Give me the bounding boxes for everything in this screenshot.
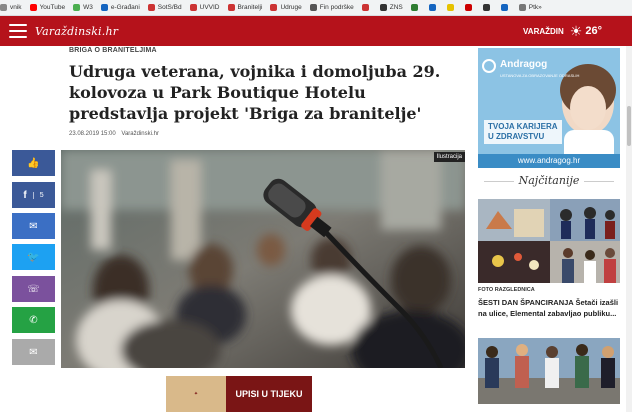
article-meta: 23.08.2019 15:00 Varaždinski.hr — [69, 131, 159, 137]
bookmark-favicon-icon — [518, 4, 526, 11]
share-facebook-button[interactable]: f5 — [12, 182, 55, 208]
most-read-heading: Najčitanije — [478, 174, 620, 187]
ad-url: www.andragog.hr — [478, 154, 620, 168]
bookmark-item[interactable] — [428, 4, 439, 11]
article-source: Varaždinski.hr — [121, 131, 159, 137]
collage-image — [478, 199, 620, 283]
article-title: Udruga veterana, vojnika i domoljuba 29.… — [69, 62, 441, 123]
bookmark-label: Ptk» — [528, 4, 542, 11]
ad-line-2: U ZDRAVSTVU — [488, 132, 545, 141]
bookmark-item[interactable]: YouTube — [29, 4, 66, 11]
bookmark-favicon-icon — [500, 4, 508, 11]
bookmark-favicon-icon — [309, 4, 317, 11]
bookmark-item[interactable]: SotS/Bd — [147, 4, 182, 11]
bookmark-label: Branitelji — [237, 4, 263, 11]
bookmark-label: SotS/Bd — [157, 4, 182, 11]
bookmarks-bar: vnik YouTube W3 e-Građani SotS/Bd UVVID Branit… — [0, 0, 632, 16]
article-category[interactable]: BRIGA O BRANITELJIMA — [69, 47, 157, 54]
bookmark-item[interactable]: Udruge — [270, 4, 302, 11]
hamburger-menu-icon[interactable] — [9, 24, 27, 38]
bookmark-favicon-icon — [147, 4, 155, 11]
bookmark-label: Udruge — [280, 4, 302, 11]
twitter-icon: 🐦 — [27, 251, 40, 263]
bookmark-label: W3 — [83, 4, 93, 11]
bookmark-favicon-icon — [464, 4, 472, 11]
bookmark-item[interactable] — [464, 4, 475, 11]
bookmark-favicon-icon — [100, 4, 108, 11]
site-header: Varaždinski.hr VARAŽDIN ☀ 26° — [0, 16, 632, 46]
whatsapp-icon: ✆ — [29, 314, 38, 326]
bookmark-favicon-icon — [379, 4, 387, 11]
bookmark-item[interactable] — [500, 4, 511, 11]
share-like-button[interactable]: 👍 — [12, 150, 55, 176]
bookmark-favicon-icon — [0, 4, 7, 11]
bookmark-item[interactable]: Branitelji — [227, 4, 263, 11]
bookmark-favicon-icon — [73, 4, 81, 11]
ad-brand: Andragog — [500, 59, 548, 70]
ad-line-1: TVOJA KARIJERA — [488, 122, 558, 131]
viber-icon: ☏ — [27, 283, 40, 295]
bookmark-label: UVVID — [199, 4, 220, 11]
foto-image — [478, 338, 620, 404]
image-caption-label: Ilustracija — [433, 152, 465, 162]
foto-category[interactable]: FOTO RAZGLEDNICA — [478, 287, 535, 293]
foto-article-title[interactable]: ŠESTI DAN ŠPANCIRANJA Šetači izašli na u… — [478, 297, 620, 319]
foto-thumbnail[interactable] — [478, 338, 620, 404]
bookmark-item[interactable]: Ptk» — [518, 4, 542, 11]
share-count: 5 — [32, 191, 44, 199]
share-twitter-button[interactable]: 🐦 — [12, 244, 55, 270]
bookmark-favicon-icon — [410, 4, 418, 11]
site-logo[interactable]: Varaždinski.hr — [35, 25, 118, 38]
bookmark-label: ZNS — [389, 4, 403, 11]
article-date: 23.08.2019 15:00 — [69, 131, 116, 137]
like-icon: 👍 — [27, 157, 40, 169]
bookmark-item[interactable] — [482, 4, 493, 11]
share-viber-button[interactable]: ☏ — [12, 276, 55, 302]
bookmark-favicon-icon — [270, 4, 278, 11]
email-icon: ✉ — [29, 346, 38, 358]
scrollbar-thumb[interactable] — [627, 106, 631, 146]
ad-brand-logo: Andragog USTANOVA ZA OBRAZOVANJE ODRASLI… — [482, 54, 579, 78]
bookmark-item[interactable]: e-Građani — [100, 4, 140, 11]
page-scrollbar[interactable] — [626, 46, 632, 412]
bookmark-item[interactable]: UVVID — [189, 4, 220, 11]
bookmark-label: YouTube — [39, 4, 66, 11]
bottom-banner-ad[interactable]: ✦ UPISI U TIJEKU — [166, 376, 312, 412]
bookmark-favicon-icon — [446, 4, 454, 11]
andragog-logo-icon — [482, 59, 496, 73]
bookmark-label: e-Građani — [110, 4, 140, 11]
bookmark-favicon-icon — [361, 4, 369, 11]
sun-icon: ☀ — [569, 22, 583, 39]
bookmark-favicon-icon — [29, 4, 37, 11]
bottom-ad-logo-icon: ✦ — [166, 376, 226, 412]
weather-temperature: 26° — [585, 25, 602, 37]
bookmark-item[interactable]: Fin podrške — [309, 4, 354, 11]
bookmark-label: vnik — [10, 4, 22, 11]
share-messenger-button[interactable]: ✉ — [12, 213, 55, 239]
bookmark-item[interactable]: vnik — [0, 4, 22, 11]
bookmark-favicon-icon — [227, 4, 235, 11]
share-whatsapp-button[interactable]: ✆ — [12, 307, 55, 333]
bookmark-item[interactable] — [446, 4, 457, 11]
facebook-icon: f — [23, 189, 27, 201]
ad-headline: TVOJA KARIJERA U ZDRAVSTVU — [484, 120, 562, 144]
andragog-ad[interactable]: Andragog USTANOVA ZA OBRAZOVANJE ODRASLI… — [478, 48, 620, 168]
conference-microphone-image — [61, 150, 465, 368]
weather-widget[interactable]: VARAŽDIN ☀ 26° — [523, 16, 602, 46]
article-hero-image: Ilustracija — [61, 150, 465, 368]
bottom-ad-text: UPISI U TIJEKU — [235, 389, 303, 399]
bookmark-item[interactable]: W3 — [73, 4, 93, 11]
share-email-button[interactable]: ✉ — [12, 339, 55, 365]
most-read-photo-collage[interactable] — [478, 199, 620, 283]
ad-tagline: USTANOVA ZA OBRAZOVANJE ODRASLIH — [500, 73, 580, 78]
bookmark-favicon-icon — [428, 4, 436, 11]
bookmark-item[interactable]: ZNS — [379, 4, 403, 11]
bookmark-item[interactable] — [410, 4, 421, 11]
weather-city: VARAŽDIN — [523, 26, 564, 36]
messenger-icon: ✉ — [29, 220, 38, 232]
bookmark-favicon-icon — [189, 4, 197, 11]
bookmark-favicon-icon — [482, 4, 490, 11]
bookmark-label: Fin podrške — [319, 4, 354, 11]
bookmark-item[interactable] — [361, 4, 372, 11]
